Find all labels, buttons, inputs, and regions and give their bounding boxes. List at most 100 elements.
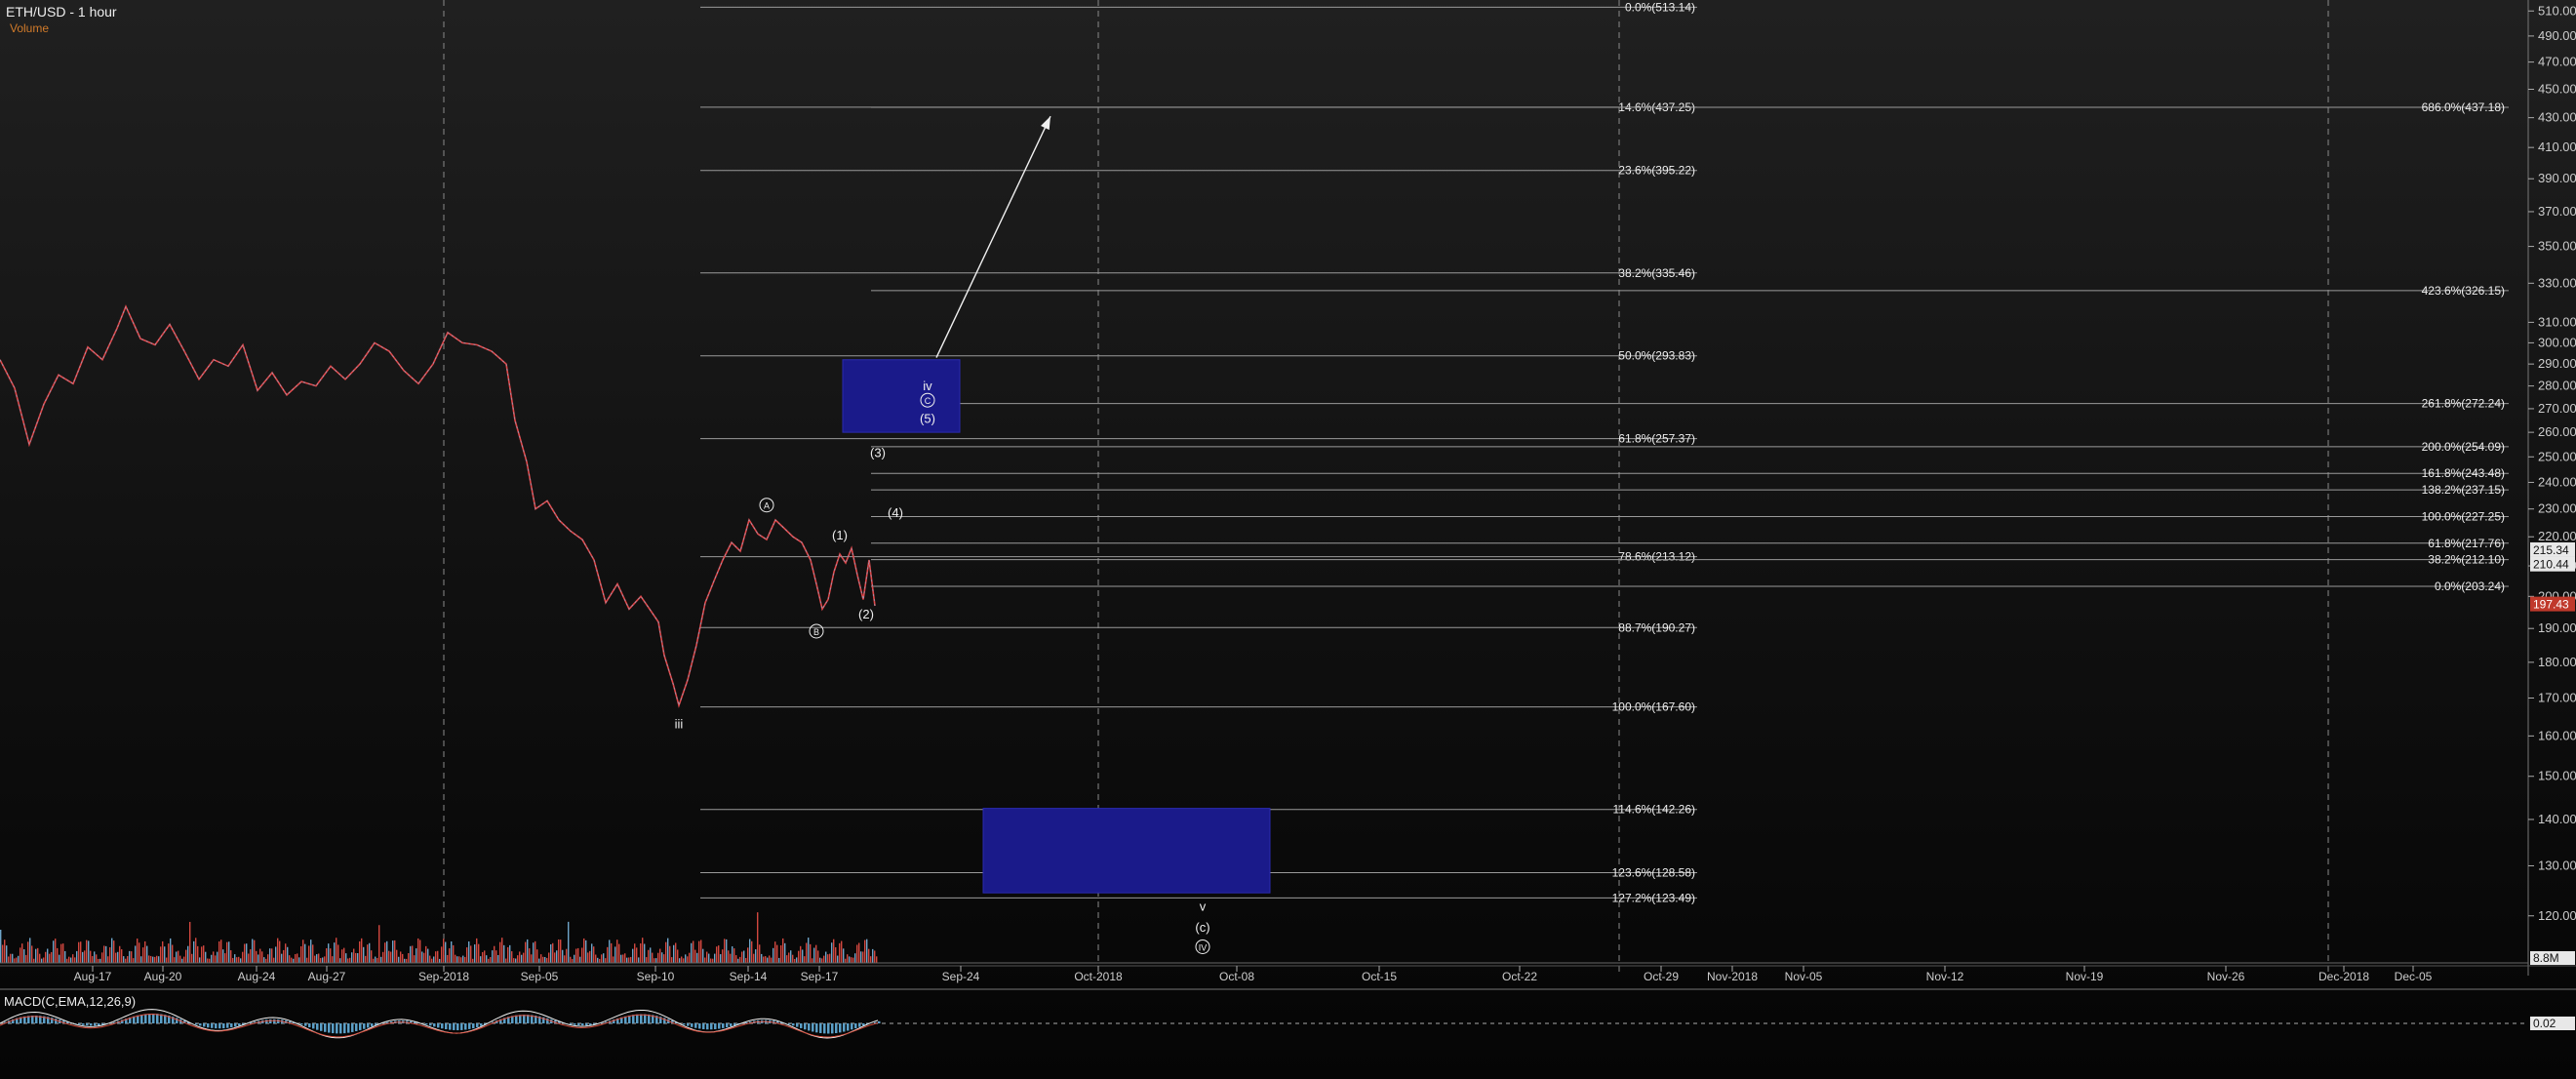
volume-bar [273,957,275,963]
volume-bar [784,942,786,963]
volume-bar [343,947,345,963]
macd-histogram-bar [441,1023,444,1029]
volume-bar [441,946,443,963]
volume-bar [786,955,788,963]
macd-histogram-bar [523,1015,526,1023]
volume-bar [222,949,224,963]
macd-histogram-bar [694,1023,697,1028]
price-axis-tick-label: 250.00 [2538,449,2576,463]
volume-bar [209,958,211,963]
macd-histogram-bar [367,1023,370,1028]
volume-bar [187,945,189,963]
volume-bar [455,954,456,963]
macd-histogram-bar [359,1023,362,1030]
volume-bar [562,949,564,963]
volume-bar [655,958,657,963]
macd-histogram-bar [854,1023,857,1029]
volume-bar [511,951,513,963]
macd-histogram-bar [429,1023,432,1026]
price-chart[interactable]: 120.00 130.00 140.00 150.00 160.00 170.00 180.… [0,0,2576,1079]
volume-bar [287,946,289,963]
volume-bar [390,951,392,963]
macd-value-label: 0.02 [2533,1017,2556,1030]
macd-histogram-bar [714,1023,717,1029]
volume-bar [439,958,441,963]
volume-bar [620,954,622,963]
volume-bar [12,953,14,963]
volume-bar [137,939,139,963]
volume-bar [281,953,283,963]
volume-bar [256,950,258,963]
volume-bar [369,942,371,963]
volume-bar [634,943,636,963]
macd-histogram-bar [324,1023,327,1032]
volume-bar [644,943,646,963]
macd-histogram-bar [453,1023,456,1030]
volume-bar [751,940,753,963]
volume-bar [613,956,614,963]
volume-bar [117,951,119,963]
volume-bar [277,938,279,963]
volume-bar [238,956,240,963]
volume-bar [735,955,737,963]
macd-histogram-bar [589,1023,592,1025]
volume-bar [129,950,131,963]
volume-bar [464,956,466,963]
volume-bar [121,949,123,963]
price-marker-label: 210.44 [2533,558,2569,572]
volume-bar [371,950,373,963]
macd-histogram-bar [86,1023,89,1026]
volume-bar [800,945,802,963]
volume-bar [174,957,176,963]
volume-bar [156,955,158,963]
volume-bar [687,956,689,963]
macd-histogram-bar [203,1023,206,1027]
volume-bar [601,954,603,963]
volume-bar [218,940,220,963]
volume-bar [468,941,470,963]
volume-bar [365,955,367,963]
volume-bar [813,947,815,963]
fib-retracement-label: 114.6%(142.26) [1612,803,1695,817]
volume-bar [513,958,515,963]
price-axis-tick-label: 470.00 [2538,55,2576,69]
volume-bar [90,950,92,963]
time-axis-tick-label: Aug-24 [238,970,276,983]
price-axis-tick-label: 490.00 [2538,28,2576,43]
time-axis-tick-label: Oct-29 [1644,970,1679,983]
volume-bar [115,952,117,963]
volume-bar [217,951,218,963]
volume-bar [57,947,59,963]
macd-histogram-bar [82,1023,85,1025]
volume-bar [146,945,148,963]
price-marker-label: 197.43 [2533,598,2569,612]
volume-bar [269,948,271,963]
volume-bar [648,949,650,963]
volume-bar [29,938,31,963]
volume-bar [849,956,851,963]
volume-bar [694,949,696,963]
volume-bar [759,944,761,963]
price-axis-tick-label: 450.00 [2538,81,2576,96]
volume-bar [673,944,675,963]
price-axis-tick-label: 350.00 [2538,239,2576,254]
projection-arrow-head [1041,116,1050,131]
macd-histogram-bar [351,1023,354,1032]
volume-bar [150,955,152,963]
volume-bar [234,954,236,963]
volume-bar [652,952,654,963]
volume-bar [815,944,817,963]
volume-bar [841,940,843,963]
volume-bar [769,955,771,963]
macd-histogram-bar [796,1023,799,1027]
macd-histogram-bar [519,1015,522,1023]
wave-label: v [1200,899,1207,913]
volume-bar [854,953,856,963]
volume-bar [556,950,558,963]
macd-histogram-bar [363,1023,366,1029]
volume-bar [554,952,556,963]
volume-bar [152,956,154,963]
volume-bar [529,948,531,963]
volume-bar [675,942,677,963]
macd-histogram-bar [800,1023,803,1028]
